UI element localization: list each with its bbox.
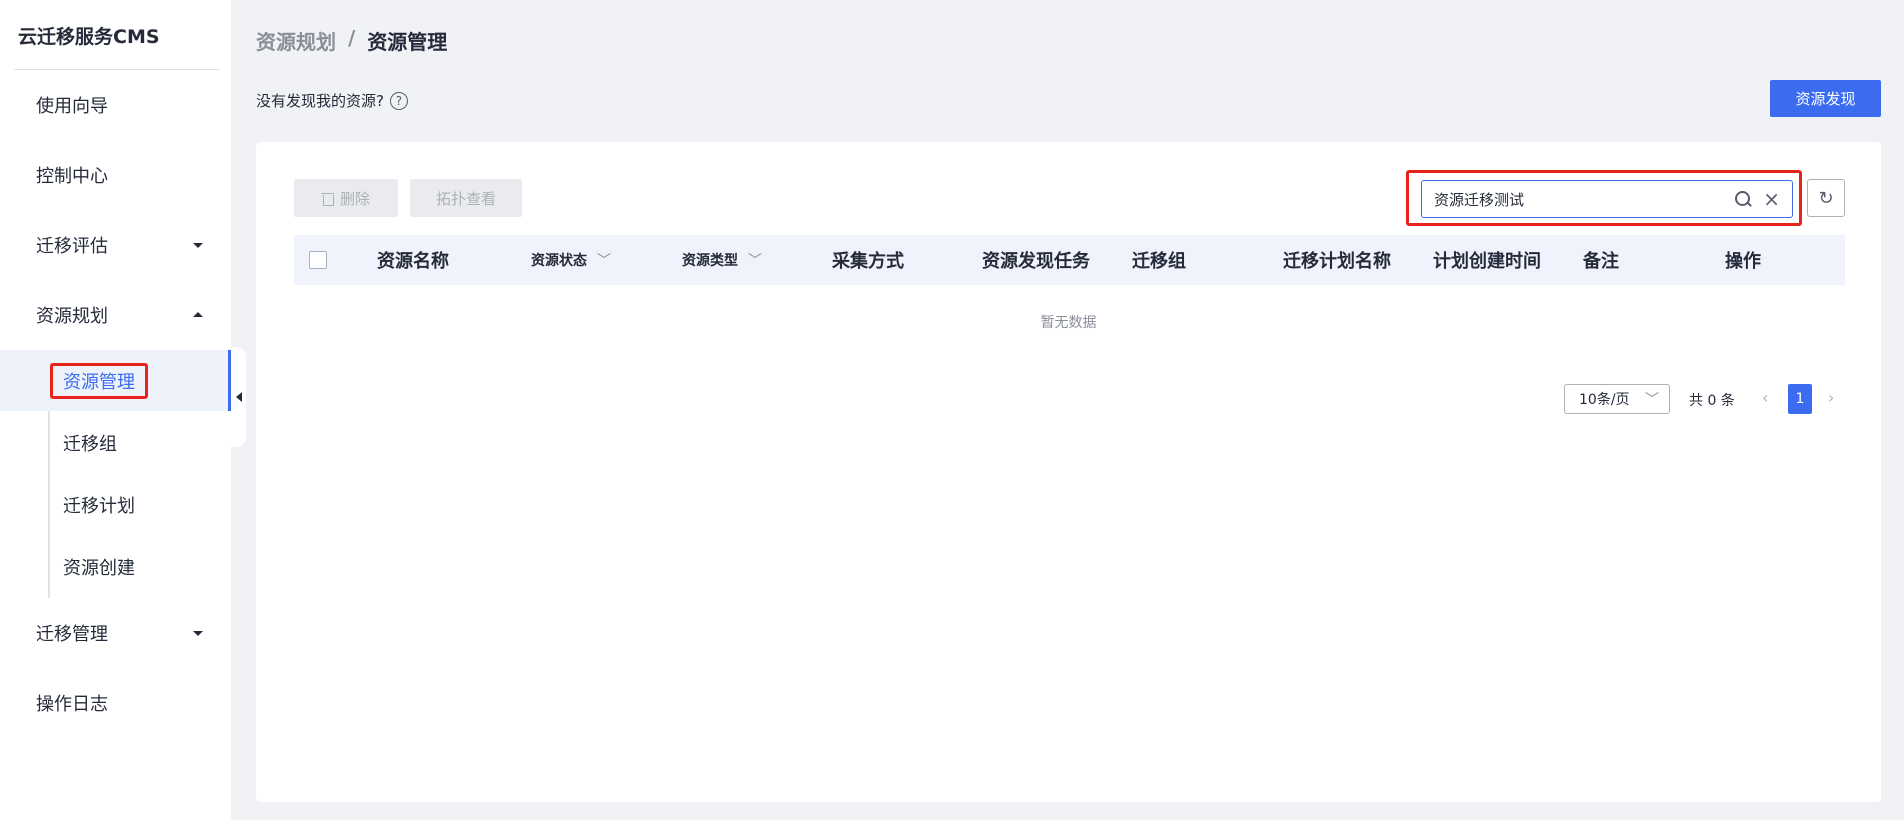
sidebar-item-resource-planning[interactable]: 资源规划 (0, 290, 231, 340)
column-label: 采集方式 (832, 251, 904, 272)
collapse-arrow-icon (235, 392, 242, 402)
column-resource-type[interactable]: 资源类型 ﹀ (682, 235, 762, 285)
page-size-select[interactable]: 10条/页 ﹀ (1564, 384, 1670, 414)
breadcrumb-parent[interactable]: 资源规划 (256, 26, 336, 55)
column-label: 资源发现任务 (982, 251, 1090, 272)
caret-down-icon (193, 243, 203, 248)
topology-label: 拓扑查看 (435, 189, 496, 208)
filter-chevron-icon[interactable]: ﹀ (597, 250, 611, 270)
column-migration-group: 迁移组 (1132, 235, 1186, 285)
sidebar-item-migration-management[interactable]: 迁移管理 (0, 608, 231, 658)
delete-button[interactable]: 删除 (294, 179, 398, 217)
sidebar-item-migration-assessment[interactable]: 迁移评估 (0, 220, 231, 270)
column-remark: 备注 (1583, 235, 1619, 285)
sidebar-subitem-migration-group[interactable]: 迁移组 (0, 412, 231, 473)
column-label: 计划创建时间 (1433, 251, 1541, 272)
hint-text: 没有发现我的资源? (256, 92, 384, 110)
resource-hint: 没有发现我的资源? ? (256, 90, 408, 111)
sidebar-item-control-center[interactable]: 控制中心 (0, 150, 231, 200)
breadcrumb-separator: / (348, 26, 356, 50)
column-operation: 操作 (1725, 235, 1761, 285)
column-label: 资源名称 (377, 251, 449, 272)
chevron-down-icon: ﹀ (1645, 392, 1659, 408)
column-migration-plan-name: 迁移计划名称 (1283, 235, 1391, 285)
column-collection-method: 采集方式 (832, 235, 904, 285)
pagination-total: 共 0 条 (1689, 393, 1735, 409)
brand-divider (14, 69, 220, 70)
column-label: 备注 (1583, 251, 1619, 272)
column-label: 资源状态 (531, 253, 587, 269)
sidebar-subitem-migration-plan[interactable]: 迁移计划 (0, 474, 231, 535)
column-discovery-task: 资源发现任务 (982, 235, 1090, 285)
column-resource-name: 资源名称 (377, 235, 449, 285)
sidebar-subitem-label: 迁移组 (63, 433, 117, 455)
sidebar-item-label: 控制中心 (36, 166, 108, 187)
sidebar-subitem-resource-management[interactable]: 资源管理 (0, 350, 231, 411)
sidebar-collapse-handle[interactable] (231, 347, 246, 447)
delete-label: 删除 (339, 189, 370, 208)
empty-state-text: 暂无数据 (1040, 315, 1097, 331)
sidebar-subitem-label: 资源创建 (63, 557, 135, 579)
highlight-box: 资源管理 (50, 362, 148, 399)
trash-icon (320, 192, 334, 206)
sidebar-subitem-label: 资源管理 (63, 371, 135, 393)
page-1-button[interactable]: 1 (1788, 384, 1812, 414)
sidebar: 云迁移服务CMS 使用向导 控制中心 迁移评估 资源规划 资源管理 迁移组 迁移… (0, 0, 231, 820)
breadcrumb-current: 资源管理 (367, 30, 448, 54)
caret-up-icon (193, 312, 203, 317)
brand-title: 云迁移服务CMS (18, 26, 160, 48)
sidebar-item-guide[interactable]: 使用向导 (0, 80, 231, 130)
column-label: 迁移计划名称 (1283, 251, 1391, 272)
select-all-checkbox[interactable] (309, 251, 327, 269)
column-label: 操作 (1725, 251, 1761, 272)
sidebar-item-label: 使用向导 (36, 96, 108, 117)
table-header: 资源名称 资源状态 ﹀ 资源类型 ﹀ 采集方式 资源发现任务 迁移组 迁移计划名… (294, 235, 1845, 285)
prev-page-button[interactable]: ‹ (1762, 388, 1768, 407)
next-page-button[interactable]: › (1828, 388, 1834, 407)
search-input[interactable] (1434, 190, 1736, 208)
sidebar-item-label: 迁移评估 (36, 236, 108, 257)
filter-chevron-icon[interactable]: ﹀ (748, 250, 762, 270)
clear-icon[interactable]: × (1763, 189, 1780, 209)
sidebar-item-label: 迁移管理 (36, 624, 108, 645)
column-resource-status[interactable]: 资源状态 ﹀ (531, 235, 611, 285)
sidebar-item-label: 操作日志 (36, 694, 108, 715)
search-box[interactable]: × (1421, 180, 1793, 218)
help-icon[interactable]: ? (389, 91, 408, 110)
page-size-value: 10条/页 (1579, 392, 1630, 408)
refresh-icon: ↻ (1818, 187, 1834, 209)
refresh-button[interactable]: ↻ (1807, 179, 1845, 217)
resource-card: 删除 拓扑查看 × ↻ 资源名称 资源状态 ﹀ 资源类型 ﹀ 采集方式 资源发现… (256, 142, 1881, 802)
caret-down-icon (193, 631, 203, 636)
sidebar-item-label: 资源规划 (36, 306, 108, 327)
sidebar-item-operation-log[interactable]: 操作日志 (0, 678, 231, 728)
sidebar-subitem-resource-creation[interactable]: 资源创建 (0, 536, 231, 597)
resource-discover-button[interactable]: 资源发现 (1770, 80, 1881, 117)
column-label: 资源类型 (682, 253, 738, 269)
sidebar-subitem-label: 迁移计划 (63, 495, 135, 517)
column-label: 迁移组 (1132, 251, 1186, 272)
breadcrumb: 资源规划 / 资源管理 (256, 26, 447, 55)
column-plan-created-time: 计划创建时间 (1433, 235, 1541, 285)
topology-view-button[interactable]: 拓扑查看 (410, 179, 522, 217)
search-icon[interactable] (1735, 191, 1751, 207)
